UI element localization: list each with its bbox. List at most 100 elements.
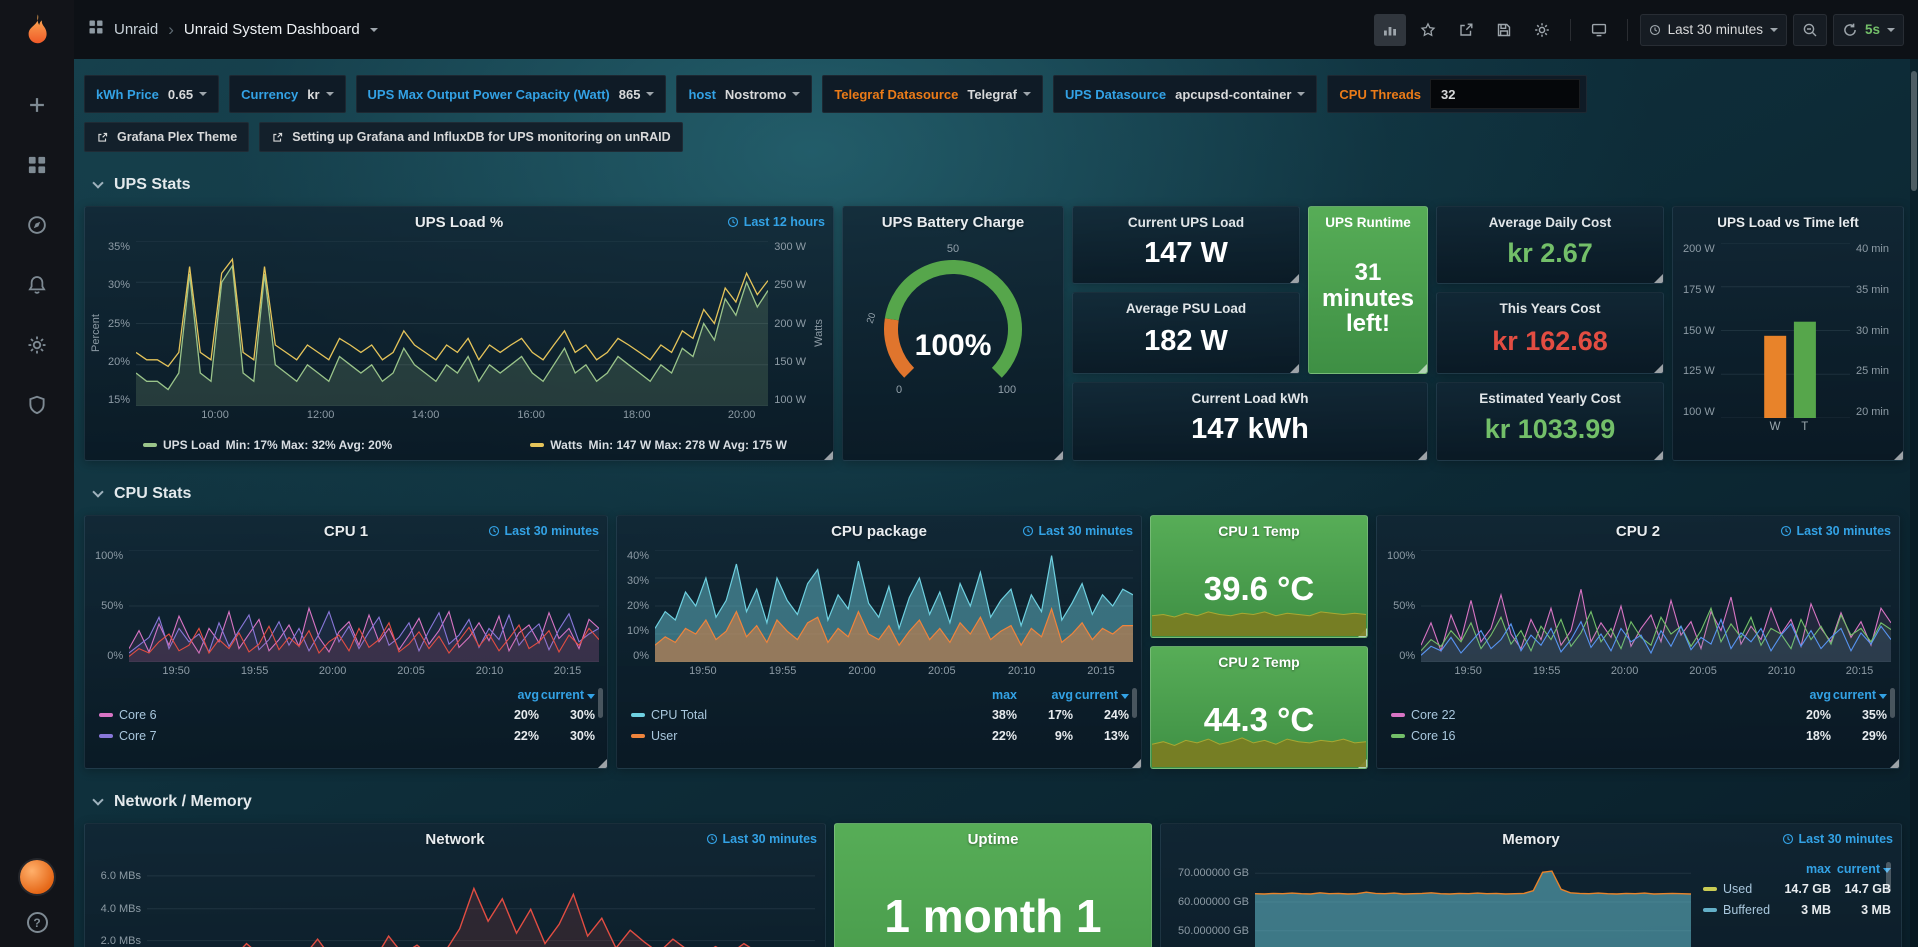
stat-value: 44.3 °C bbox=[1151, 677, 1367, 768]
memory-chart[interactable] bbox=[1255, 860, 1691, 947]
legend-row: Core 722%30% bbox=[99, 725, 595, 746]
panel-cpu2-temp[interactable]: CPU 2 Temp 44.3 °C bbox=[1150, 646, 1368, 769]
panel-current-ups-load[interactable]: Current UPS Load 147 W bbox=[1072, 206, 1300, 284]
legend-series-name[interactable]: User bbox=[651, 729, 961, 743]
breadcrumb-app[interactable]: Unraid bbox=[114, 21, 158, 38]
ups-load-vs-time-chart[interactable] bbox=[1721, 243, 1850, 418]
section-cpu-stats[interactable]: CPU Stats bbox=[88, 485, 1904, 503]
legend-scrollbar[interactable] bbox=[1890, 688, 1895, 718]
cpu1-chart[interactable] bbox=[129, 550, 599, 662]
panel-estimated-yearly-cost[interactable]: Estimated Yearly Cost kr 1033.99 bbox=[1436, 382, 1664, 461]
zoom-out-button[interactable] bbox=[1793, 14, 1827, 46]
panel-header[interactable]: CPU package Last 30 minutes bbox=[617, 516, 1141, 546]
legend-item-watts[interactable]: WattsMin: 147 W Max: 278 W Avg: 175 W bbox=[530, 438, 787, 452]
legend-series-name[interactable]: Core 7 bbox=[119, 729, 483, 743]
grafana-logo-icon[interactable] bbox=[19, 12, 55, 53]
variable-host[interactable]: host Nostromo bbox=[676, 75, 812, 113]
panel-header[interactable]: UPS Load % Last 12 hours bbox=[85, 207, 833, 237]
panel-current-load-kwh[interactable]: Current Load kWh 147 kWh bbox=[1072, 382, 1428, 461]
save-button[interactable] bbox=[1488, 14, 1520, 46]
legend-header-avg[interactable]: avg bbox=[1017, 688, 1073, 702]
variable-ups-max-output[interactable]: UPS Max Output Power Capacity (Watt) 865 bbox=[356, 75, 667, 113]
panel-header[interactable]: Memory Last 30 minutes bbox=[1161, 824, 1901, 854]
dashboards-icon[interactable] bbox=[15, 143, 59, 187]
stat-value: 31 minutes left! bbox=[1309, 230, 1427, 373]
panel-header[interactable]: UPS Battery Charge bbox=[843, 207, 1063, 237]
legend-scrollbar[interactable] bbox=[1132, 688, 1137, 718]
server-admin-shield-icon[interactable] bbox=[15, 383, 59, 427]
add-panel-button[interactable] bbox=[1374, 14, 1406, 46]
panel-header[interactable]: CPU 2 Last 30 minutes bbox=[1377, 516, 1899, 546]
chevron-down-icon bbox=[792, 92, 800, 96]
graph-legend: UPS LoadMin: 17% Max: 32% Avg: 20% Watts… bbox=[85, 438, 833, 460]
variable-telegraf-datasource[interactable]: Telegraf Datasource Telegraf bbox=[822, 75, 1043, 113]
alerting-bell-icon[interactable] bbox=[15, 263, 59, 307]
panel-title: Uptime bbox=[968, 831, 1019, 848]
section-network-memory[interactable]: Network / Memory bbox=[88, 793, 1904, 811]
time-range-badge[interactable]: Last 30 minutes bbox=[1782, 824, 1893, 854]
time-range-badge[interactable]: Last 30 minutes bbox=[1780, 516, 1891, 546]
panel-average-psu-load[interactable]: Average PSU Load 182 W bbox=[1072, 292, 1300, 374]
panel-cpu1-temp[interactable]: CPU 1 Temp 39.6 °C bbox=[1150, 515, 1368, 638]
time-picker-button[interactable]: Last 30 minutes bbox=[1640, 14, 1787, 46]
legend-header-avg[interactable]: avg bbox=[483, 688, 539, 702]
legend-scrollbar[interactable] bbox=[598, 688, 603, 718]
breadcrumb-dashboard-title[interactable]: Unraid System Dashboard bbox=[184, 21, 360, 38]
panel-header[interactable]: CPU 2 Temp bbox=[1151, 647, 1367, 677]
cycle-view-monitor-icon[interactable] bbox=[1583, 14, 1615, 46]
legend-marker bbox=[530, 443, 544, 447]
scrollbar-thumb[interactable] bbox=[1911, 71, 1917, 191]
explore-compass-icon[interactable] bbox=[15, 203, 59, 247]
legend-series-name[interactable]: Used bbox=[1723, 882, 1771, 896]
legend-header-current[interactable]: current bbox=[1073, 688, 1129, 702]
configuration-gear-icon[interactable] bbox=[15, 323, 59, 367]
panel-uptime[interactable]: Uptime 1 month 1 bbox=[834, 823, 1152, 947]
panel-average-daily-cost[interactable]: Average Daily Cost kr 2.67 bbox=[1436, 206, 1664, 284]
legend-header-avg[interactable]: avg bbox=[1775, 688, 1831, 702]
legend-series-name[interactable]: Buffered bbox=[1723, 903, 1771, 917]
variable-currency[interactable]: Currency kr bbox=[229, 75, 345, 113]
page-scrollbar[interactable] bbox=[1910, 59, 1918, 947]
legend-header-current[interactable]: current bbox=[1831, 688, 1887, 702]
y-axis-ticks-left: 100%50%0% bbox=[89, 550, 129, 662]
panel-header[interactable]: Network Last 30 minutes bbox=[85, 824, 825, 854]
legend-series-name[interactable]: Core 22 bbox=[1411, 708, 1775, 722]
legend-header-current[interactable]: current bbox=[1831, 862, 1891, 876]
help-icon[interactable]: ? bbox=[27, 912, 48, 933]
dashboard-caret-icon[interactable] bbox=[370, 28, 378, 32]
cpu-package-chart[interactable] bbox=[655, 550, 1133, 662]
legend-series-name[interactable]: Core 16 bbox=[1411, 729, 1775, 743]
time-range-badge[interactable]: Last 30 minutes bbox=[706, 824, 817, 854]
ups-load-chart[interactable] bbox=[136, 241, 768, 406]
section-ups-stats[interactable]: UPS Stats bbox=[88, 176, 1904, 194]
link-grafana-plex-theme[interactable]: Grafana Plex Theme bbox=[84, 122, 249, 152]
share-button[interactable] bbox=[1450, 14, 1482, 46]
legend-scrollbar[interactable] bbox=[1886, 862, 1891, 892]
link-ups-monitoring-guide[interactable]: Setting up Grafana and InfluxDB for UPS … bbox=[259, 122, 682, 152]
cpu-threads-input[interactable]: 32 bbox=[1430, 79, 1580, 109]
panel-ups-runtime[interactable]: UPS Runtime 31 minutes left! bbox=[1308, 206, 1428, 374]
legend-header-max[interactable]: max bbox=[961, 688, 1017, 702]
user-avatar[interactable] bbox=[20, 860, 54, 894]
legend-header-max[interactable]: max bbox=[1771, 862, 1831, 876]
legend-series-name[interactable]: Core 6 bbox=[119, 708, 483, 722]
panel-this-years-cost[interactable]: This Years Cost kr 162.68 bbox=[1436, 292, 1664, 374]
dashboard-settings-gear-icon[interactable] bbox=[1526, 14, 1558, 46]
time-range-badge[interactable]: Last 30 minutes bbox=[488, 516, 599, 546]
legend-series-name[interactable]: CPU Total bbox=[651, 708, 961, 722]
legend-header-current[interactable]: current bbox=[539, 688, 595, 702]
refresh-button[interactable]: 5s bbox=[1833, 14, 1904, 46]
panel-header[interactable]: CPU 1 Last 30 minutes bbox=[85, 516, 607, 546]
network-chart[interactable] bbox=[147, 860, 815, 947]
panel-header[interactable]: CPU 1 Temp bbox=[1151, 516, 1367, 546]
variable-kwh-price[interactable]: kWh Price 0.65 bbox=[84, 75, 219, 113]
legend-item-ups-load[interactable]: UPS LoadMin: 17% Max: 32% Avg: 20% bbox=[143, 438, 392, 452]
create-plus-icon[interactable] bbox=[15, 83, 59, 127]
variable-ups-datasource[interactable]: UPS Datasource apcupsd-container bbox=[1053, 75, 1317, 113]
cpu2-chart[interactable] bbox=[1421, 550, 1891, 662]
star-button[interactable] bbox=[1412, 14, 1444, 46]
panel-header[interactable]: Uptime bbox=[835, 824, 1151, 854]
time-range-badge[interactable]: Last 12 hours bbox=[727, 207, 825, 237]
panel-header[interactable]: UPS Load vs Time left bbox=[1673, 207, 1903, 237]
time-range-badge[interactable]: Last 30 minutes bbox=[1022, 516, 1133, 546]
